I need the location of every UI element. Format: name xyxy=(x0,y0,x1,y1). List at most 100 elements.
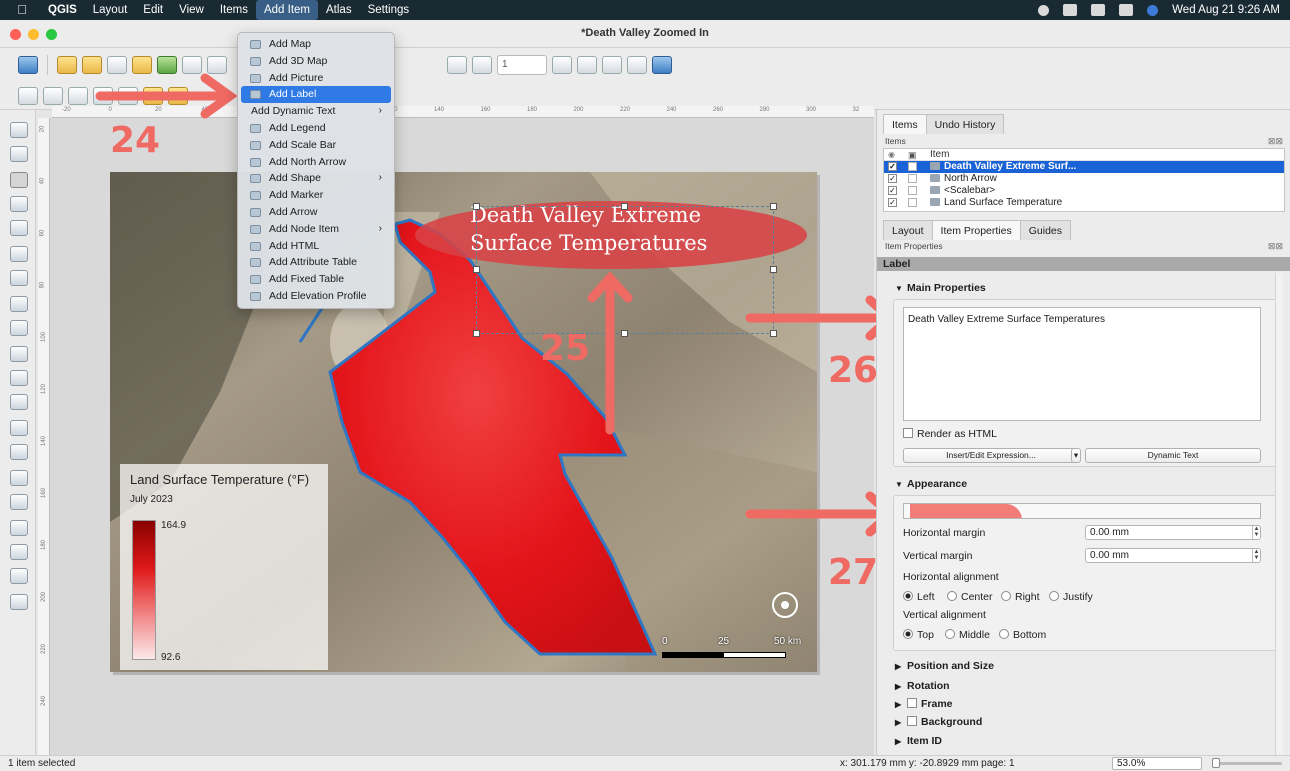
app-status-icon[interactable] xyxy=(1063,4,1078,16)
valign-bottom-radio[interactable]: Bottom xyxy=(999,629,1046,641)
visibility-checkbox[interactable]: ✓ xyxy=(888,186,897,195)
menu-item-add-north-arrow[interactable]: Add North Arrow xyxy=(241,154,391,171)
previous-feature-icon[interactable] xyxy=(472,56,492,74)
lock-checkbox[interactable] xyxy=(908,198,917,207)
apple-icon[interactable]:  xyxy=(14,3,30,17)
save-template-icon[interactable] xyxy=(157,56,177,74)
resize-handle[interactable] xyxy=(770,330,777,337)
lock-checkbox[interactable] xyxy=(908,186,917,195)
menu-item-add-picture[interactable]: Add Picture xyxy=(241,70,391,87)
section-background[interactable]: ▶ Background xyxy=(895,716,982,728)
add-shape-icon[interactable] xyxy=(10,420,28,436)
edit-nodes-icon[interactable] xyxy=(10,220,28,236)
main-properties-header[interactable]: ▼ Main Properties xyxy=(895,282,986,294)
menu-layout[interactable]: Layout xyxy=(85,0,136,20)
add-pages-icon[interactable] xyxy=(182,56,202,74)
resize-handle[interactable] xyxy=(621,203,628,210)
menu-item-add-shape[interactable]: Add Shape › xyxy=(241,170,391,187)
last-feature-icon[interactable] xyxy=(577,56,597,74)
next-feature-icon[interactable] xyxy=(552,56,572,74)
tab-item-properties[interactable]: Item Properties xyxy=(931,220,1021,240)
expression-dropdown-arrow[interactable]: ▾ xyxy=(1071,448,1081,463)
menu-qgis[interactable]: QGIS xyxy=(40,0,85,20)
resize-handle[interactable] xyxy=(473,330,480,337)
insert-expression-button[interactable]: Insert/Edit Expression... xyxy=(903,448,1079,463)
battery-icon[interactable] xyxy=(1091,4,1106,16)
visibility-checkbox[interactable]: ✓ xyxy=(888,174,897,183)
refresh-icon[interactable] xyxy=(118,86,138,105)
section-frame[interactable]: ▶ Frame xyxy=(895,698,953,710)
visibility-checkbox[interactable]: ✓ xyxy=(888,162,897,171)
control-center-icon[interactable] xyxy=(1119,4,1134,16)
menu-view[interactable]: View xyxy=(171,0,212,20)
appearance-header[interactable]: ▼ Appearance xyxy=(895,478,967,490)
panel-close-icon[interactable]: ⊠⊠ xyxy=(1268,241,1283,252)
menu-item-add-legend[interactable]: Add Legend xyxy=(241,120,391,137)
move-content-icon[interactable] xyxy=(10,196,28,212)
menu-item-add-arrow[interactable]: Add Arrow xyxy=(241,204,391,221)
print-atlas-icon[interactable] xyxy=(602,56,622,74)
unlock-items-icon[interactable] xyxy=(168,86,188,105)
tab-items[interactable]: Items xyxy=(883,114,927,134)
add-fixed-table-icon[interactable] xyxy=(10,568,28,584)
zoom-combobox[interactable]: 53.0% xyxy=(1112,757,1202,770)
valign-top-radio[interactable]: Top xyxy=(903,629,934,641)
label-selection-frame[interactable] xyxy=(476,206,774,334)
menu-item-add-dynamic-text[interactable]: Add Dynamic Text › xyxy=(241,103,391,120)
lock-checkbox[interactable] xyxy=(908,174,917,183)
atlas-page-input[interactable]: 1 xyxy=(497,55,547,75)
add-3d-map-icon[interactable] xyxy=(10,270,28,286)
menu-item-add-elevation-profile[interactable]: Add Elevation Profile xyxy=(241,288,391,305)
zoom-full-icon[interactable] xyxy=(93,86,113,105)
items-row[interactable]: ✓ Death Valley Extreme Surf... xyxy=(884,161,1284,173)
zoom-tool-icon[interactable] xyxy=(10,146,28,162)
resize-handle[interactable] xyxy=(770,203,777,210)
resize-handle[interactable] xyxy=(621,330,628,337)
add-label-icon[interactable] xyxy=(10,320,28,336)
zoom-in-icon[interactable] xyxy=(18,86,38,105)
siri-icon[interactable] xyxy=(1147,4,1159,16)
halign-justify-radio[interactable]: Justify xyxy=(1049,591,1093,603)
open-template-icon[interactable] xyxy=(132,56,152,74)
render-as-html-checkbox[interactable]: Render as HTML xyxy=(903,428,997,440)
section-position-and-size[interactable]: ▶ Position and Size xyxy=(895,660,994,672)
menu-atlas[interactable]: Atlas xyxy=(318,0,360,20)
font-color-button[interactable] xyxy=(903,503,1261,519)
select-move-icon[interactable] xyxy=(10,172,28,188)
add-elevation-profile-icon[interactable] xyxy=(10,594,28,610)
print-icon[interactable] xyxy=(207,56,227,74)
panel-close-icon[interactable]: ⊠⊠ xyxy=(1268,136,1283,147)
atlas-settings-icon[interactable] xyxy=(652,56,672,74)
items-row[interactable]: ✓ North Arrow xyxy=(884,173,1284,185)
dynamic-text-button[interactable]: Dynamic Text xyxy=(1085,448,1261,463)
lock-checkbox[interactable] xyxy=(908,162,917,171)
export-atlas-icon[interactable] xyxy=(627,56,647,74)
section-item-id[interactable]: ▶ Item ID xyxy=(895,735,942,747)
resize-handle[interactable] xyxy=(770,266,777,273)
menu-item-add-attribute-table[interactable]: Add Attribute Table xyxy=(241,254,391,271)
items-row[interactable]: ✓ <Scalebar> xyxy=(884,185,1284,197)
zoom-slider-handle[interactable] xyxy=(1212,758,1220,768)
pan-layout-icon[interactable] xyxy=(10,122,28,138)
zoom-slider[interactable] xyxy=(1212,758,1282,768)
add-node-item-icon[interactable] xyxy=(10,494,28,510)
add-html-icon[interactable] xyxy=(10,520,28,536)
menu-items[interactable]: Items xyxy=(212,0,256,20)
menu-item-add-fixed-table[interactable]: Add Fixed Table xyxy=(241,271,391,288)
menu-item-add-3d-map[interactable]: Add 3D Map xyxy=(241,53,391,70)
zoom-out-icon[interactable] xyxy=(43,86,63,105)
tab-guides[interactable]: Guides xyxy=(1019,220,1072,240)
layout-manager-icon[interactable] xyxy=(107,56,127,74)
halign-right-radio[interactable]: Right xyxy=(1001,591,1040,603)
vertical-margin-input[interactable]: 0.00 mm ▲ ▼ xyxy=(1085,548,1261,563)
add-map-icon[interactable] xyxy=(10,246,28,262)
halign-center-radio[interactable]: Center xyxy=(947,591,993,603)
menu-add-item[interactable]: Add Item xyxy=(255,0,318,20)
add-marker-icon[interactable] xyxy=(10,444,28,460)
save-icon[interactable] xyxy=(18,56,38,74)
first-feature-icon[interactable] xyxy=(447,56,467,74)
layout-canvas[interactable]: Death Valley Extreme Surface Temperature… xyxy=(50,118,874,755)
resize-handle[interactable] xyxy=(473,203,480,210)
menubar-datetime[interactable]: Wed Aug 21 9:26 AM xyxy=(1172,4,1280,16)
zoom-100-icon[interactable] xyxy=(68,86,88,105)
